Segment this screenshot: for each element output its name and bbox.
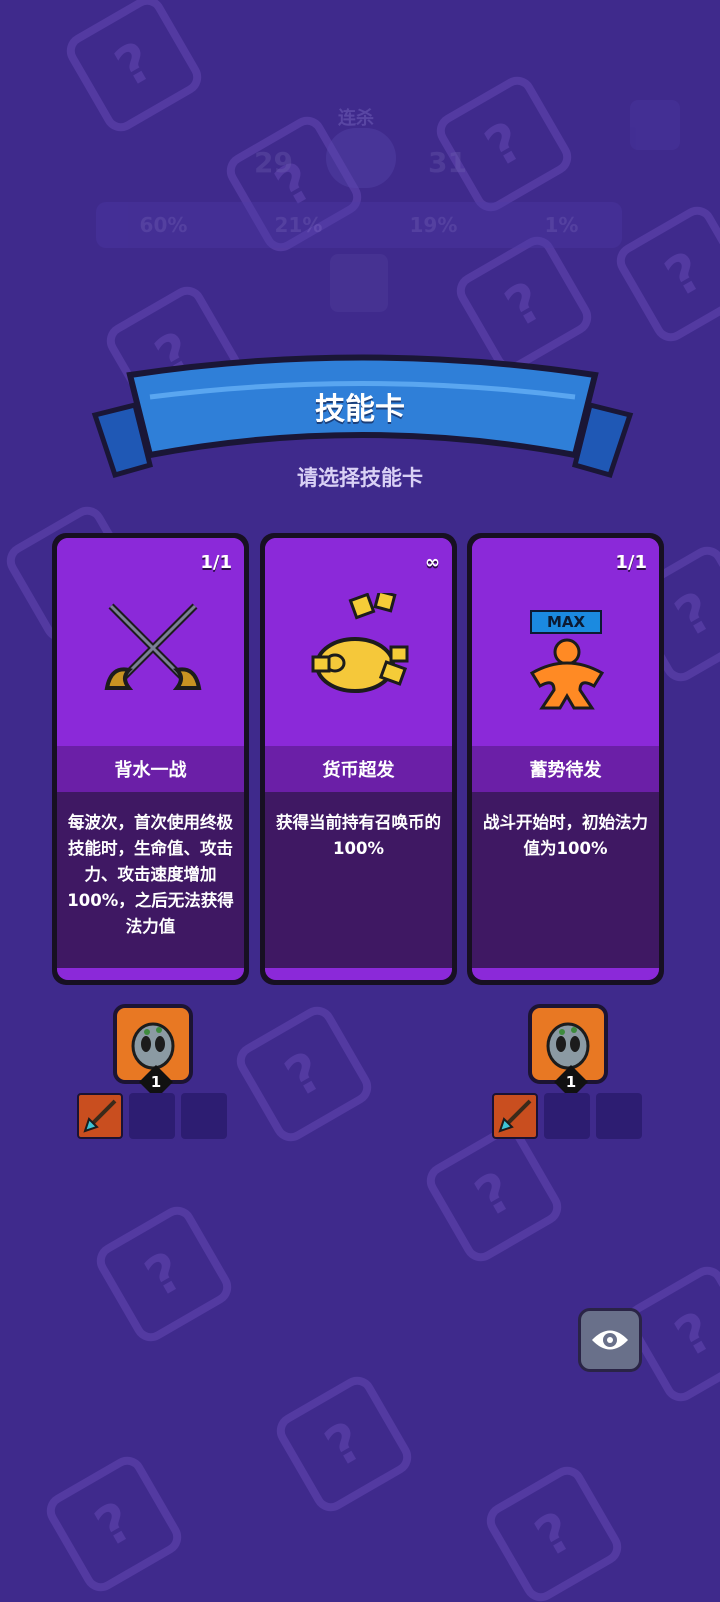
score-label: 连杀 xyxy=(338,108,374,129)
goblin-unit-icon[interactable]: 1 xyxy=(528,1004,608,1099)
skill-card[interactable]: ∞ 货币超发 获得当前持有召唤币的100% xyxy=(260,533,457,985)
empty-equipment-slot[interactable] xyxy=(181,1093,227,1139)
eye-icon xyxy=(592,1330,628,1350)
hud-item-icon xyxy=(330,254,388,312)
spear-icon[interactable] xyxy=(77,1093,123,1139)
spear-icon[interactable] xyxy=(492,1093,538,1139)
stat-value: 21% xyxy=(274,213,323,237)
stat-value: 19% xyxy=(409,213,458,237)
stat-value: 1% xyxy=(544,213,579,237)
max-badge: MAX xyxy=(530,610,602,634)
card-count: 1/1 xyxy=(615,552,647,573)
card-count: ∞ xyxy=(425,552,440,573)
golden-piggy-bank-icon xyxy=(311,593,409,693)
banner-subtitle: 请选择技能卡 xyxy=(297,466,423,490)
stat-value: 60% xyxy=(139,213,188,237)
view-board-button[interactable] xyxy=(578,1308,642,1372)
card-description: 每波次，首次使用终极技能时，生命值、攻击力、攻击速度增加100%，之后无法获得法… xyxy=(57,792,244,980)
score-crest-icon xyxy=(326,128,396,188)
card-name: 蓄势待发 xyxy=(472,746,659,792)
background-hud: 连杀 29 31 60% 21% 19% 1% xyxy=(0,0,720,330)
score-right: 31 xyxy=(428,146,467,179)
crossed-swords-icon xyxy=(104,603,202,690)
empty-equipment-slot[interactable] xyxy=(129,1093,175,1139)
empty-equipment-slot[interactable] xyxy=(596,1093,642,1139)
stats-bar: 60% 21% 19% 1% xyxy=(96,202,622,248)
card-description: 战斗开始时，初始法力值为100% xyxy=(472,792,659,980)
score-left: 29 xyxy=(254,146,293,179)
max-power-figure-icon xyxy=(529,638,605,710)
card-name: 背水一战 xyxy=(57,746,244,792)
goblin-unit-icon[interactable]: 1 xyxy=(113,1004,193,1099)
card-description: 获得当前持有召唤币的100% xyxy=(265,792,452,980)
skill-card[interactable]: 1/1 背水一战 每波次，首次使用终极技能时，生命值、攻击力、攻击速度增加100… xyxy=(52,533,249,985)
empty-equipment-slot[interactable] xyxy=(544,1093,590,1139)
card-count: 1/1 xyxy=(200,552,232,573)
skill-card[interactable]: 1/1 MAX 蓄势待发 战斗开始时，初始法力值为100% xyxy=(467,533,664,985)
banner-title: 技能卡 xyxy=(315,392,405,427)
menu-button[interactable] xyxy=(630,100,680,150)
card-name: 货币超发 xyxy=(265,746,452,792)
